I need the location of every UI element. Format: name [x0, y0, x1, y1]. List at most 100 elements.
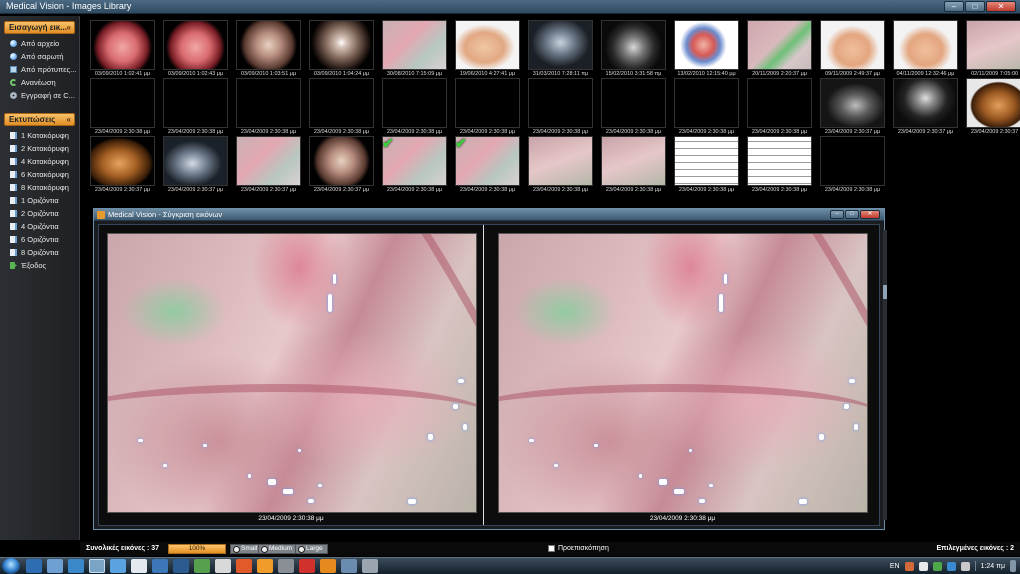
- tray-icon[interactable]: [904, 561, 914, 571]
- menu-item[interactable]: 1 Κατακόρυφη: [0, 129, 79, 142]
- thumbnail[interactable]: ✔ 23/04/2009 2:30:38 μμ: [380, 136, 449, 198]
- thumbnail-image[interactable]: [820, 78, 885, 128]
- thumbnail[interactable]: 23/04/2009 2:30:37 μμ: [234, 136, 303, 198]
- app-icon[interactable]: [362, 559, 378, 573]
- thumbnail-image[interactable]: [674, 20, 739, 70]
- print-section-header[interactable]: Εκτυπώσεις «: [4, 113, 75, 126]
- app-icon[interactable]: [152, 559, 168, 573]
- thumbnail-image[interactable]: [236, 78, 301, 128]
- app-icon[interactable]: [194, 559, 210, 573]
- thumbnail[interactable]: 23/04/2009 2:30:38 μμ: [161, 78, 230, 140]
- thumbnail-image[interactable]: [601, 136, 666, 186]
- menu-item[interactable]: 8 Κατακόρυφη: [0, 181, 79, 194]
- vertical-scrollbar[interactable]: [883, 230, 887, 520]
- size-large-radio[interactable]: Large: [295, 544, 328, 554]
- thumbnail-image[interactable]: [455, 20, 520, 70]
- close-button[interactable]: ✕: [986, 1, 1016, 12]
- thumbnail-image[interactable]: [893, 78, 958, 128]
- volume-icon[interactable]: [960, 561, 970, 571]
- menu-item[interactable]: 2 Κατακόρυφη: [0, 142, 79, 155]
- thumbnail-image[interactable]: [820, 20, 885, 70]
- desktop-icon[interactable]: [26, 559, 42, 573]
- thumbnail[interactable]: 31/03/2010 7:28:11 πμ: [526, 20, 595, 82]
- thumbnail-image[interactable]: [820, 136, 885, 186]
- thumbnail[interactable]: 23/04/2009 2:30:38 μμ: [745, 136, 814, 198]
- compare-title-bar[interactable]: Medical Vision - Σύγκριση εικόνων – □ ✕: [94, 209, 884, 221]
- browser-icon[interactable]: [236, 559, 252, 573]
- title-bar[interactable]: Medical Vision - Images Library – □ ✕: [0, 0, 1020, 14]
- right-image-pane[interactable]: 23/04/2009 2:30:38 μμ: [486, 225, 879, 525]
- maximize-button[interactable]: □: [965, 1, 985, 12]
- thumbnail-image[interactable]: [601, 78, 666, 128]
- menu-item[interactable]: Από αρχείο: [0, 37, 79, 50]
- thumbnail-image[interactable]: [309, 20, 374, 70]
- minimize-button[interactable]: –: [830, 210, 844, 219]
- menu-item[interactable]: Από σαρωτή: [0, 50, 79, 63]
- thumbnail-image[interactable]: [90, 78, 155, 128]
- thumbnail-image[interactable]: [163, 78, 228, 128]
- thumbnail[interactable]: 23/04/2009 2:30:38 μμ: [672, 136, 741, 198]
- language-indicator[interactable]: EN: [890, 563, 900, 570]
- thumbnail[interactable]: 03/09/2010 1:02:43 μμ: [161, 20, 230, 82]
- menu-item[interactable]: 4 Κατακόρυφη: [0, 155, 79, 168]
- size-medium-radio[interactable]: Medium: [258, 544, 298, 554]
- thumbnail[interactable]: 23/04/2009 2:30:37 μμ: [964, 78, 1020, 140]
- thumbnail[interactable]: 03/09/2010 1:02:41 μμ: [88, 20, 157, 82]
- menu-item[interactable]: Ανανέωση: [0, 76, 79, 89]
- thumbnail[interactable]: 23/04/2009 2:30:37 μμ: [161, 136, 230, 198]
- thumbnail-image[interactable]: [90, 136, 155, 186]
- thumbnail[interactable]: 23/04/2009 2:30:38 μμ: [599, 136, 668, 198]
- thumbnail[interactable]: 23/04/2009 2:30:38 μμ: [234, 78, 303, 140]
- thumbnail-image[interactable]: [528, 136, 593, 186]
- thumbnail[interactable]: ✔ 23/04/2009 2:30:38 μμ: [453, 136, 522, 198]
- menu-item[interactable]: 6 Κατακόρυφη: [0, 168, 79, 181]
- app-icon[interactable]: [68, 559, 84, 573]
- thumbnail[interactable]: 23/04/2009 2:30:37 μμ: [891, 78, 960, 140]
- thumbnail-image[interactable]: [163, 20, 228, 70]
- app-icon[interactable]: [215, 559, 231, 573]
- thumbnail[interactable]: 23/04/2009 2:30:38 μμ: [818, 136, 887, 198]
- tray-icon[interactable]: [946, 561, 956, 571]
- thumbnail-image[interactable]: [966, 78, 1020, 128]
- thumbnail[interactable]: 23/04/2009 2:30:38 μμ: [307, 78, 376, 140]
- thumbnail-image[interactable]: [966, 20, 1020, 70]
- thumbnail[interactable]: 03/09/2010 1:04:24 μμ: [307, 20, 376, 82]
- close-button[interactable]: ✕: [860, 210, 880, 219]
- thumbnail[interactable]: 23/04/2009 2:30:38 μμ: [745, 78, 814, 140]
- thumbnail[interactable]: 23/04/2009 2:30:38 μμ: [453, 78, 522, 140]
- thumbnail[interactable]: 23/04/2009 2:30:38 μμ: [672, 78, 741, 140]
- app-icon[interactable]: [173, 559, 189, 573]
- thumbnail-image[interactable]: [601, 20, 666, 70]
- thumbnail-image[interactable]: [528, 20, 593, 70]
- thumbnail-image[interactable]: [893, 20, 958, 70]
- menu-item[interactable]: 4 Οριζόντια: [0, 220, 79, 233]
- thumbnail-image[interactable]: [236, 20, 301, 70]
- menu-item[interactable]: Εγγραφή σε C...: [0, 89, 79, 102]
- thumbnail[interactable]: 20/11/2009 2:20:37 μμ: [745, 20, 814, 82]
- thumbnail[interactable]: 23/04/2009 2:30:37 μμ: [307, 136, 376, 198]
- tray-icon[interactable]: [932, 561, 942, 571]
- collapse-chevron-icon[interactable]: «: [67, 114, 71, 125]
- menu-item[interactable]: Έξοδος: [0, 259, 79, 272]
- thumbnail-image[interactable]: [382, 78, 447, 128]
- thumbnail-image[interactable]: [747, 136, 812, 186]
- start-button[interactable]: [2, 558, 20, 574]
- left-endoscopy-image[interactable]: [107, 233, 477, 513]
- zoom-bar[interactable]: 100%: [168, 544, 226, 554]
- thumbnail[interactable]: 15/02/2010 3:31:58 πμ: [599, 20, 668, 82]
- clock[interactable]: 1:24 πμ: [981, 563, 1005, 570]
- thumbnail[interactable]: 23/04/2009 2:30:38 μμ: [380, 78, 449, 140]
- app-icon[interactable]: [341, 559, 357, 573]
- preview-checkbox[interactable]: Προεπισκόπηση: [548, 545, 609, 552]
- maximize-button[interactable]: □: [845, 210, 859, 219]
- thumbnail-image[interactable]: [674, 136, 739, 186]
- import-section-header[interactable]: Εισαγωγή εικ... «: [4, 21, 75, 34]
- active-app-icon[interactable]: [89, 559, 105, 573]
- thumbnail-image[interactable]: [747, 78, 812, 128]
- thumbnail-image[interactable]: [747, 20, 812, 70]
- menu-item[interactable]: 2 Οριζόντια: [0, 207, 79, 220]
- tray-icon[interactable]: [918, 561, 928, 571]
- thumbnail-image[interactable]: [528, 78, 593, 128]
- thumbnail[interactable]: 23/04/2009 2:30:38 μμ: [88, 78, 157, 140]
- menu-item[interactable]: 8 Οριζόντια: [0, 246, 79, 259]
